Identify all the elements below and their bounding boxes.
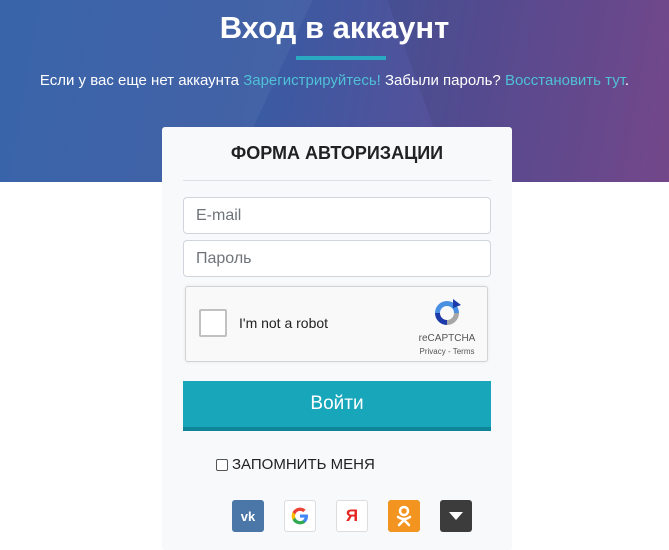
chevron-down-icon bbox=[449, 512, 463, 520]
form-title: ФОРМА АВТОРИЗАЦИИ bbox=[230, 143, 444, 163]
remember-me[interactable]: ЗАПОМНИТЬ МЕНЯ bbox=[216, 456, 375, 473]
form-divider bbox=[183, 180, 491, 181]
email-field[interactable] bbox=[183, 197, 491, 234]
login-form-card: ФОРМА АВТОРИЗАЦИИ I'm not a robot reCAPT… bbox=[162, 127, 512, 550]
google-icon bbox=[291, 507, 308, 525]
recaptcha-icon bbox=[435, 299, 461, 325]
hero-subtitle: Если у вас еще нет аккаунта Зарегистриру… bbox=[0, 72, 669, 89]
login-button[interactable]: Войти bbox=[183, 381, 491, 431]
more-socials-button[interactable] bbox=[440, 500, 472, 532]
hero-subtitle-text: Забыли пароль? bbox=[380, 72, 505, 89]
page-title: Вход в аккаунт bbox=[219, 10, 450, 45]
google-login-button[interactable] bbox=[284, 500, 316, 532]
recaptcha-checkbox[interactable] bbox=[199, 309, 227, 337]
yandex-login-button[interactable]: Я bbox=[336, 500, 368, 532]
yandex-icon: Я bbox=[345, 506, 359, 525]
social-login-buttons: vk Я bbox=[232, 500, 472, 532]
recaptcha-brand: reCAPTCHA bbox=[418, 333, 476, 344]
vk-icon: vk bbox=[240, 508, 256, 524]
odnoklassniki-login-button[interactable] bbox=[388, 500, 420, 532]
hero-subtitle-text: Если у вас еще нет аккаунта bbox=[39, 72, 244, 89]
vk-login-button[interactable]: vk bbox=[232, 500, 264, 532]
remember-me-label: ЗАПОМНИТЬ МЕНЯ bbox=[232, 456, 375, 473]
register-link[interactable]: Зарегистрируйтесь! bbox=[243, 72, 381, 89]
title-underline bbox=[296, 56, 386, 60]
restore-password-link[interactable]: Восстановить тут bbox=[505, 72, 625, 89]
remember-me-checkbox[interactable] bbox=[216, 458, 228, 471]
recaptcha-widget: I'm not a robot reCAPTCHA Privacy - Term… bbox=[185, 286, 488, 362]
recaptcha-label: I'm not a robot bbox=[239, 315, 329, 331]
password-field[interactable] bbox=[183, 240, 491, 277]
hero-subtitle-text: . bbox=[624, 72, 630, 89]
odnoklassniki-icon bbox=[396, 505, 412, 527]
recaptcha-privacy-terms[interactable]: Privacy - Terms bbox=[408, 347, 486, 356]
